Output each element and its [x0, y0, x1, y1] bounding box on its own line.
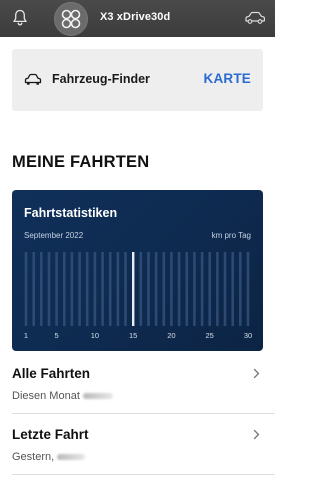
vehicle-avatar[interactable]: [54, 2, 88, 36]
chart-bar: [147, 252, 150, 326]
chart-bar: [200, 252, 204, 326]
list-item-subtitle-text: Diesen Monat: [12, 390, 80, 402]
statistics-month: September 2022: [24, 231, 84, 240]
x-tick-label: 20: [167, 331, 175, 340]
list-item-last-trip[interactable]: Letzte Fahrt Gestern,: [0, 427, 275, 479]
divider: [12, 413, 275, 414]
list-item-subtitle: Diesen Monat: [12, 390, 113, 402]
x-tick-label: 15: [129, 331, 137, 340]
car-icon[interactable]: [244, 11, 266, 25]
trip-statistics-card[interactable]: 1 5 10 15 20 25 30 Fahrtstatistiken September …: [12, 190, 263, 351]
list-item-title: Alle Fahrten: [12, 366, 91, 381]
list-item-subtitle-text: Gestern,: [12, 451, 55, 463]
statistics-unit: km pro Tag: [211, 231, 251, 240]
bell-icon[interactable]: [12, 9, 28, 27]
x-tick-label: 10: [91, 331, 99, 340]
chart-bar: [216, 252, 219, 326]
chevron-right-icon: [253, 429, 260, 440]
four-dots-grid-icon: [61, 9, 81, 29]
chart-bar: [239, 252, 242, 326]
divider: [12, 474, 275, 475]
chart-bar: [246, 252, 250, 326]
list-item-all-trips[interactable]: Alle Fahrten Diesen Monat: [0, 366, 275, 418]
chart-bar: [116, 252, 120, 326]
redacted-value: [57, 454, 86, 461]
car-icon: [24, 73, 42, 85]
chart-bar-highlighted: [132, 252, 135, 326]
vehicle-name[interactable]: X3 xDrive30d: [100, 11, 170, 23]
chart-bar: [85, 252, 89, 326]
list-item-title: Letzte Fahrt: [12, 427, 89, 442]
chart-bar: [193, 252, 196, 326]
chart-bar: [93, 252, 97, 326]
chart-bar: [55, 252, 58, 326]
chart-bar: [177, 252, 181, 326]
chart-bar: [47, 252, 51, 326]
chart-bar: [32, 252, 35, 326]
x-tick-label: 1: [24, 331, 28, 340]
list-item-subtitle: Gestern,: [12, 451, 86, 463]
chart-bar: [70, 252, 74, 326]
chart-bar: [162, 252, 166, 326]
chart-bar: [108, 252, 112, 326]
chart-bar: [101, 252, 104, 326]
redacted-value: [82, 393, 113, 400]
top-header: X3 xDrive30d: [0, 0, 275, 37]
chart-bar: [24, 252, 28, 326]
chart-bar: [63, 252, 66, 326]
x-tick-label: 30: [244, 331, 252, 340]
x-tick-label: 25: [206, 331, 214, 340]
vehicle-finder-label: Fahrzeug-Finder: [52, 72, 150, 86]
statistics-title: Fahrtstatistiken: [24, 206, 118, 220]
chart-bar: [170, 252, 173, 326]
chart-bar: [40, 252, 43, 326]
chart-bar: [139, 252, 143, 326]
section-title: MEINE FAHRTEN: [12, 153, 150, 171]
chart-bar: [231, 252, 234, 326]
map-link[interactable]: KARTE: [204, 71, 252, 86]
chevron-right-icon: [253, 368, 260, 379]
chart-bar: [124, 252, 127, 326]
chart-bar: [185, 252, 189, 326]
chart-bar: [78, 252, 81, 326]
chart-bar: [208, 252, 211, 326]
x-tick-label: 5: [55, 331, 59, 340]
vehicle-finder-card[interactable]: Fahrzeug-Finder KARTE: [12, 49, 263, 111]
chart-bar: [223, 252, 227, 326]
chart-bar: [154, 252, 158, 326]
